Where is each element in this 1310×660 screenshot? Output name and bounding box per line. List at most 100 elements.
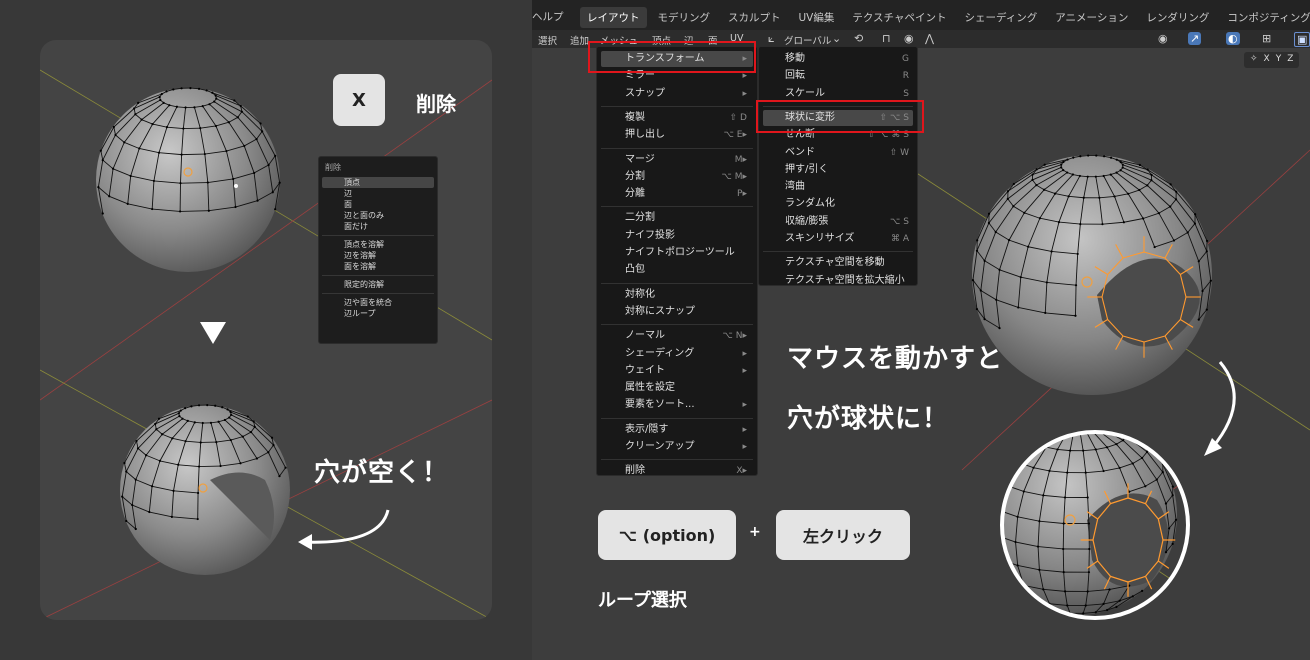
menu-item-label: ランダム化 bbox=[785, 198, 835, 210]
workspace-tab[interactable]: UV編集 bbox=[792, 7, 842, 28]
menu-item-label: ウェイト bbox=[625, 364, 665, 376]
menu-item-label: シェーディング bbox=[625, 347, 695, 359]
menu-item[interactable]: 複製 ⇧ D bbox=[601, 110, 753, 126]
visibility-eye-icon[interactable]: ◉ bbox=[1158, 32, 1168, 45]
menu-item-label: 分離 bbox=[625, 188, 645, 200]
workspace-tab[interactable]: レイアウト bbox=[580, 7, 647, 28]
workspace-tab[interactable]: テクスチャペイント bbox=[845, 7, 953, 28]
menu-item[interactable]: 対称化 bbox=[601, 287, 753, 303]
help-menu[interactable]: ヘルプ bbox=[532, 9, 564, 24]
orientation-dropdown[interactable]: グローバル bbox=[784, 33, 831, 47]
menu-item[interactable]: ナイフ投影 bbox=[601, 228, 753, 244]
axis-z[interactable]: Z bbox=[1287, 54, 1293, 66]
axis-x[interactable]: X bbox=[1264, 54, 1270, 66]
menu-shortcut: ▸ bbox=[742, 400, 747, 411]
menu-item[interactable]: 分離 P▸ bbox=[601, 186, 753, 202]
header-menu-item[interactable]: 追加 bbox=[570, 33, 589, 47]
menu-item[interactable]: ベンド ⇧ W bbox=[763, 145, 913, 161]
menu-item[interactable]: 要素をソート... ▸ bbox=[601, 397, 753, 413]
menu-shortcut: ⌥ E▸ bbox=[723, 130, 747, 141]
menu-item-label: 凸包 bbox=[625, 264, 645, 276]
delete-menu-item[interactable]: 頂点 bbox=[322, 177, 434, 188]
falloff-icon[interactable]: ⋀ bbox=[925, 32, 934, 45]
menu-item[interactable]: 属性を設定 bbox=[601, 380, 753, 396]
menu-item-label: 削除 bbox=[625, 465, 645, 477]
delete-menu-item[interactable]: 辺や面を統合 bbox=[322, 297, 434, 308]
menu-shortcut: P▸ bbox=[737, 189, 747, 200]
menu-item-label: スケール bbox=[785, 87, 825, 99]
menu-shortcut: ▸ bbox=[742, 365, 747, 376]
menu-shortcut: X▸ bbox=[736, 466, 747, 477]
caption-line1: マウスを動かすと bbox=[787, 344, 1004, 374]
delete-menu-item[interactable]: 辺と面のみ bbox=[322, 210, 434, 221]
workspace-tab[interactable]: アニメーション bbox=[1048, 7, 1135, 28]
option-key: ⌥ (option) bbox=[598, 510, 736, 560]
menu-item[interactable]: 回転 R bbox=[763, 68, 913, 84]
menu-item-label: 複製 bbox=[625, 111, 645, 123]
pivot-icon[interactable]: ⟲ bbox=[854, 32, 863, 45]
menu-item[interactable]: 二分割 bbox=[601, 210, 753, 226]
menu-item-label: ノーマル bbox=[625, 330, 665, 342]
menu-item[interactable]: 対称にスナップ bbox=[601, 304, 753, 320]
workspace-tab[interactable]: コンポジティング bbox=[1220, 7, 1310, 28]
workspace-tab[interactable]: シェーディング bbox=[957, 7, 1044, 28]
menu-item[interactable]: ウェイト ▸ bbox=[601, 363, 753, 379]
caption-line2: 穴が球状に！ bbox=[787, 404, 950, 434]
delete-menu-item[interactable]: 辺ループ bbox=[322, 308, 434, 319]
menu-item-label: ナイフトポロジーツール bbox=[625, 247, 735, 258]
delete-menu-item[interactable]: 頂点を溶解 bbox=[322, 239, 434, 250]
menu-item[interactable]: 湾曲 bbox=[763, 179, 913, 195]
arrow-head bbox=[298, 534, 312, 550]
menu-item[interactable]: 削除 X▸ bbox=[601, 463, 753, 479]
menu-item[interactable]: スナップ ▸ bbox=[601, 86, 753, 102]
delete-menu-item[interactable]: 辺を溶解 bbox=[322, 250, 434, 261]
gizmo-icon[interactable]: ↗ bbox=[1188, 32, 1202, 45]
delete-menu-item[interactable]: 面だけ bbox=[322, 221, 434, 232]
menu-item[interactable]: テクスチャ空間を拡大縮小 bbox=[763, 273, 913, 289]
menu-item-label: 分割 bbox=[625, 170, 645, 182]
menu-item-label: スキンリサイズ bbox=[785, 233, 855, 244]
menu-item[interactable]: シェーディング ▸ bbox=[601, 346, 753, 362]
menu-item[interactable]: 収縮/膨張 ⌥ S bbox=[763, 214, 913, 230]
lock-axis-icon: ✧ bbox=[1250, 54, 1258, 64]
overlay-icon[interactable]: ◐ bbox=[1226, 32, 1240, 45]
menu-item-label: ベンド bbox=[785, 146, 815, 158]
menu-item-label: 要素をソート... bbox=[625, 399, 695, 411]
proportional-edit-icon[interactable]: ◉ bbox=[904, 32, 914, 45]
menu-item[interactable]: クリーンアップ ▸ bbox=[601, 439, 753, 455]
delete-menu-item[interactable]: 限定的溶解 bbox=[322, 279, 434, 290]
axis-gizmo: ✧ X Y Z bbox=[1244, 52, 1300, 68]
menu-item[interactable]: 分割 ⌥ M▸ bbox=[601, 169, 753, 185]
menu-item[interactable]: スキンリサイズ ⌘ A bbox=[763, 231, 913, 247]
workspace-tab[interactable]: レンダリング bbox=[1139, 7, 1216, 28]
menu-shortcut: G bbox=[902, 54, 909, 64]
menu-separator bbox=[322, 235, 434, 236]
menu-item[interactable]: 移動 G bbox=[763, 51, 913, 67]
delete-label: 削除 bbox=[416, 92, 456, 116]
shading-solid-icon[interactable]: ▣ bbox=[1294, 32, 1310, 47]
workspace-tab[interactable]: スカルプト bbox=[721, 7, 788, 28]
delete-menu-item[interactable]: 面を溶解 bbox=[322, 261, 434, 272]
menu-item[interactable]: テクスチャ空間を移動 bbox=[763, 255, 913, 271]
menu-item[interactable]: ノーマル ⌥ N▸ bbox=[601, 328, 753, 344]
curved-arrow bbox=[301, 509, 390, 544]
menu-item-label: 対称にスナップ bbox=[625, 305, 695, 317]
menu-shortcut: ⇧ W bbox=[889, 147, 909, 158]
menu-item[interactable]: 押し出し ⌥ E▸ bbox=[601, 127, 753, 143]
menu-item-label: 対称化 bbox=[625, 288, 655, 300]
workspace-tab[interactable]: モデリング bbox=[651, 7, 718, 28]
menu-item[interactable]: ナイフトポロジーツール bbox=[601, 245, 753, 261]
menu-item[interactable]: 表示/隠す ▸ bbox=[601, 422, 753, 438]
menu-item[interactable]: 凸包 bbox=[601, 262, 753, 278]
snap-icon[interactable]: ⊓ bbox=[882, 32, 891, 45]
menu-item[interactable]: ランダム化 bbox=[763, 196, 913, 212]
delete-menu-item[interactable]: 辺 bbox=[322, 188, 434, 199]
menu-item[interactable]: マージ M▸ bbox=[601, 152, 753, 168]
xray-icon[interactable]: ⊞ bbox=[1262, 32, 1271, 45]
zoom-detail bbox=[1002, 432, 1188, 618]
down-arrow-icon bbox=[200, 322, 226, 344]
header-menu-item[interactable]: 選択 bbox=[538, 33, 557, 47]
menu-item[interactable]: 押す/引く bbox=[763, 162, 913, 178]
axis-y[interactable]: Y bbox=[1276, 54, 1282, 66]
delete-menu-item[interactable]: 面 bbox=[322, 199, 434, 210]
